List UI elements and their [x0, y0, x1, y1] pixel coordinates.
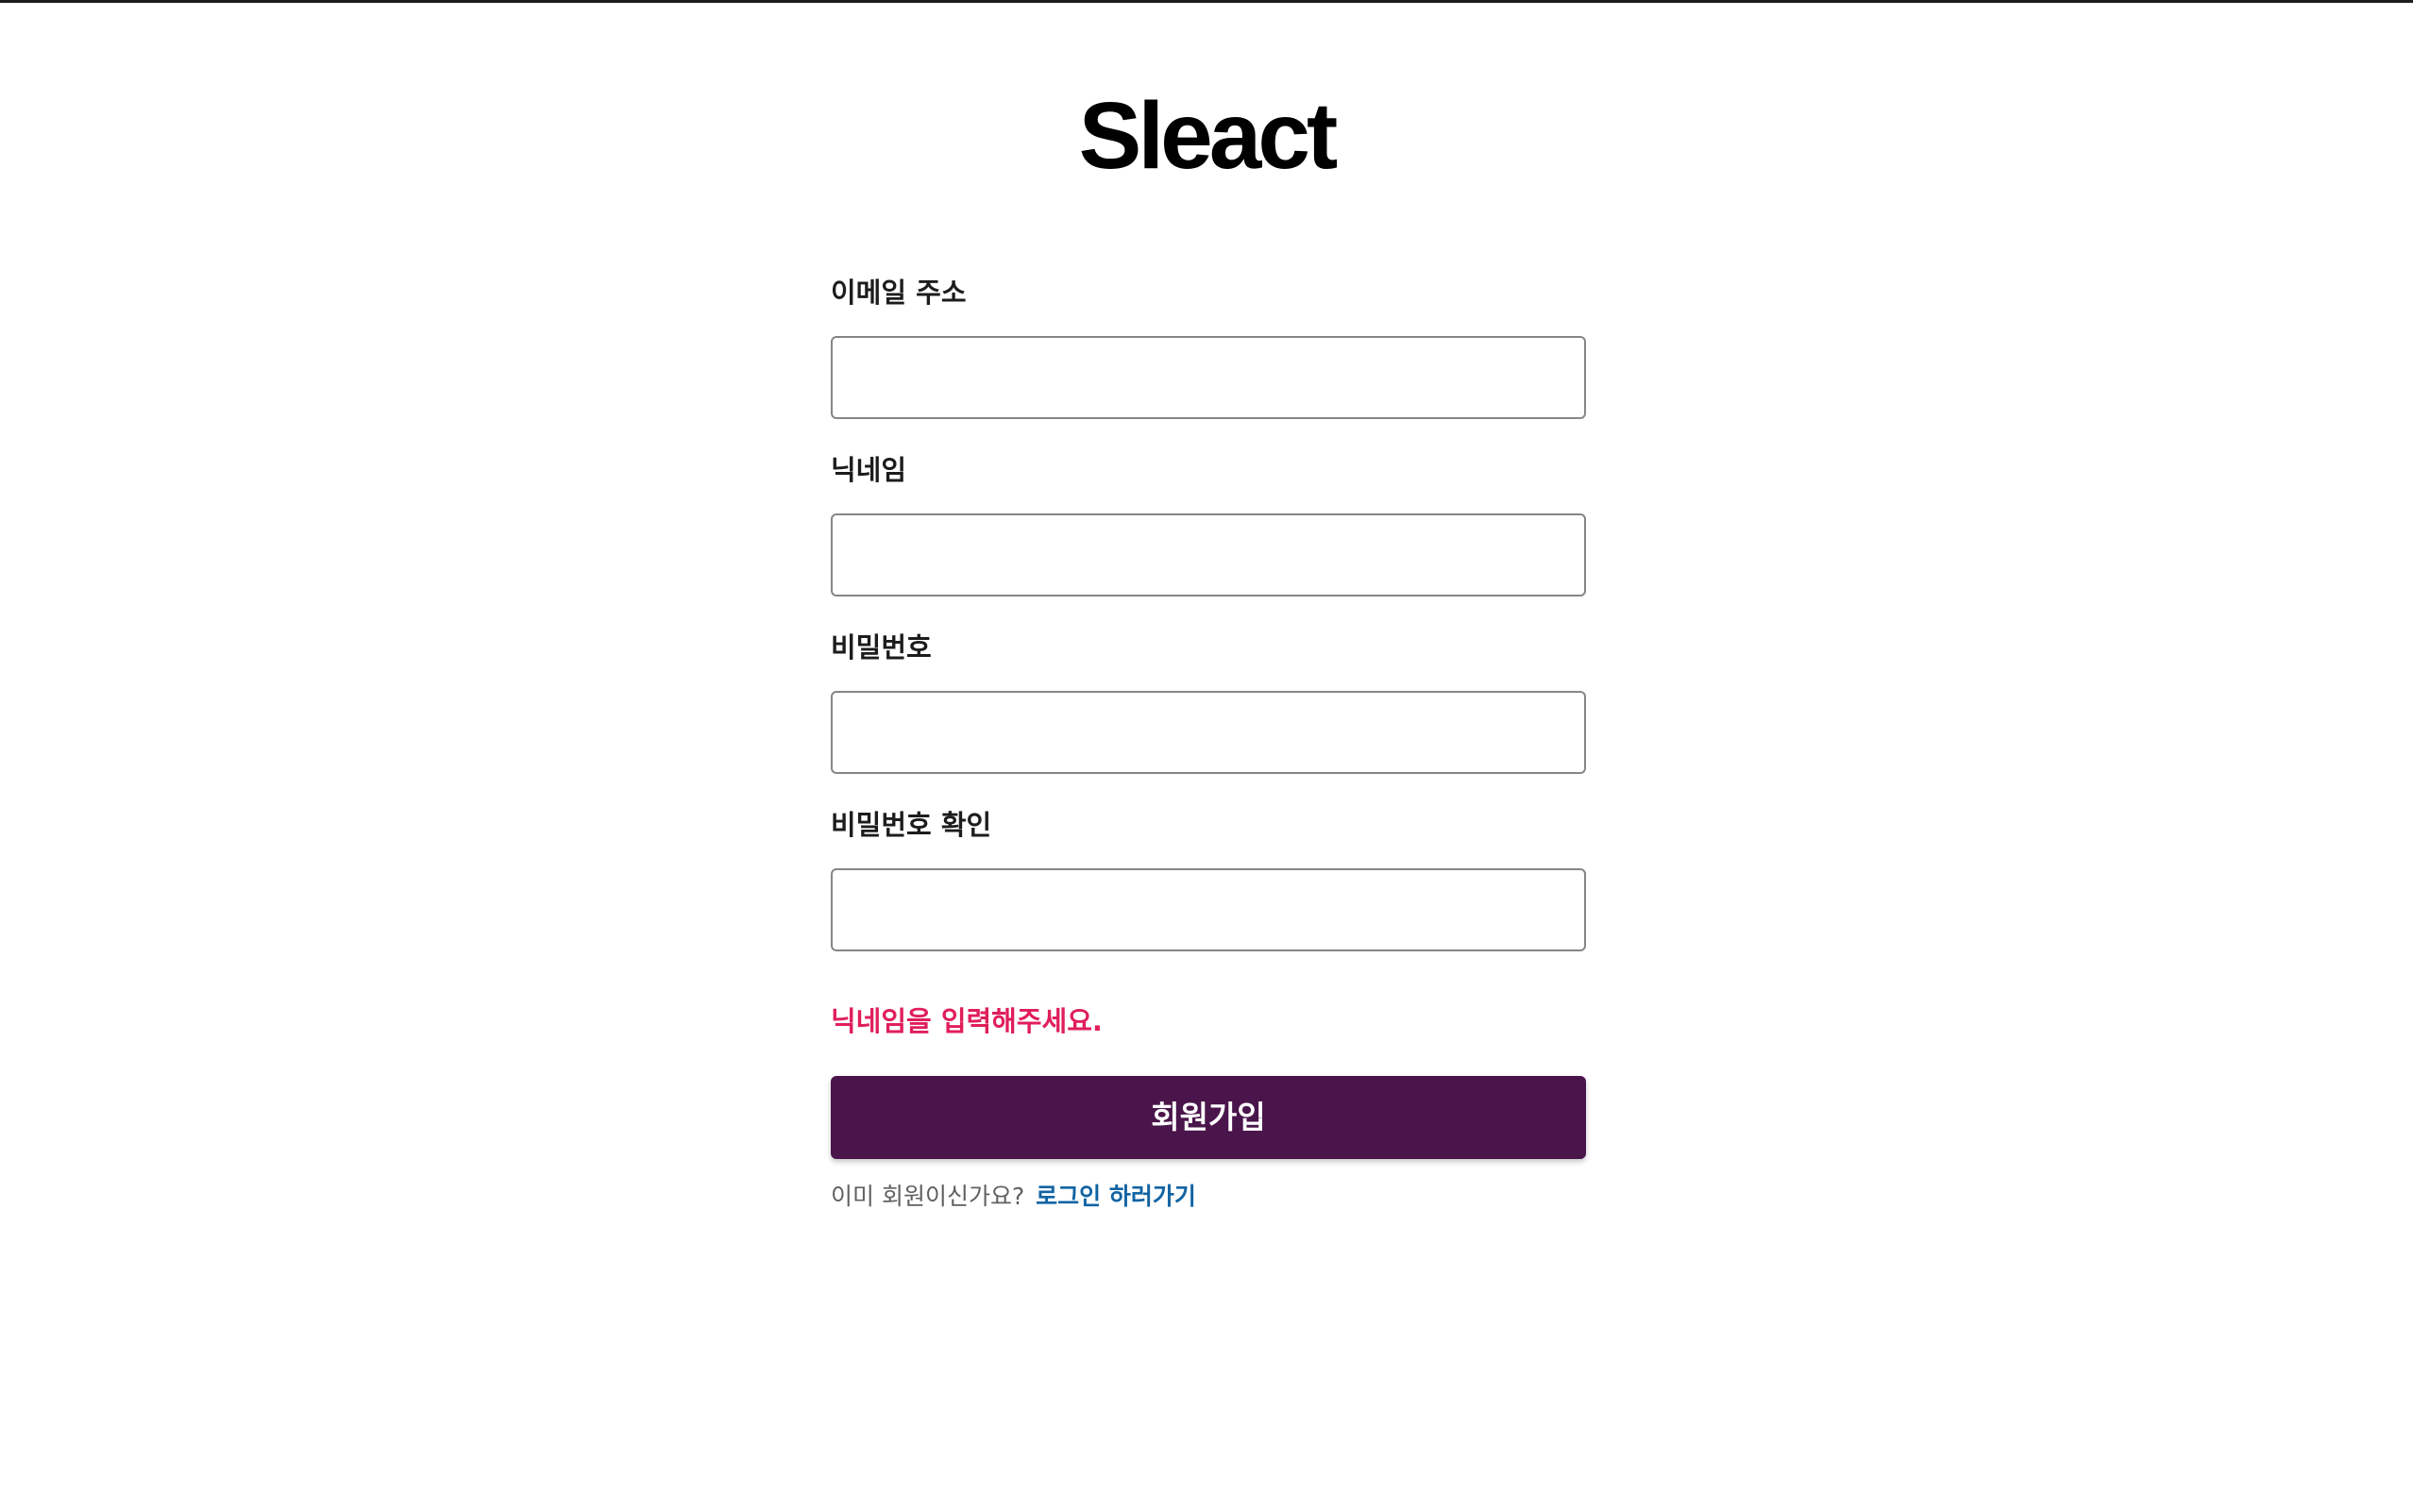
nickname-input[interactable]	[831, 513, 1586, 596]
password-check-input[interactable]	[831, 868, 1586, 951]
password-check-field-group: 비밀번호 확인	[831, 806, 1586, 983]
login-prompt: 이미 회원이신가요? 로그인 하러가기	[831, 1180, 1196, 1214]
signup-page: Sleact 이메일 주소 닉네임 비밀번호 비밀번호 확인 닉네임을 입력해주…	[0, 0, 2413, 1512]
email-input[interactable]	[831, 336, 1586, 419]
password-input[interactable]	[831, 691, 1586, 774]
login-link[interactable]: 로그인 하러가기	[1036, 1183, 1196, 1210]
email-label: 이메일 주소	[831, 277, 967, 309]
password-label: 비밀번호	[831, 631, 932, 664]
signup-form: 이메일 주소 닉네임 비밀번호 비밀번호 확인	[831, 274, 1586, 983]
error-message: 닉네임을 입력해주세요.	[831, 1005, 1103, 1037]
password-check-label: 비밀번호 확인	[831, 809, 992, 841]
nickname-label: 닉네임	[831, 454, 907, 486]
password-field-group: 비밀번호	[831, 629, 1586, 806]
nickname-field-group: 닉네임	[831, 451, 1586, 629]
signup-button[interactable]: 회원가입	[831, 1076, 1586, 1159]
top-border	[0, 0, 2413, 3]
email-field-group: 이메일 주소	[831, 274, 1586, 451]
app-logo: Sleact	[1078, 83, 1339, 189]
login-prompt-text: 이미 회원이신가요?	[831, 1183, 1025, 1210]
